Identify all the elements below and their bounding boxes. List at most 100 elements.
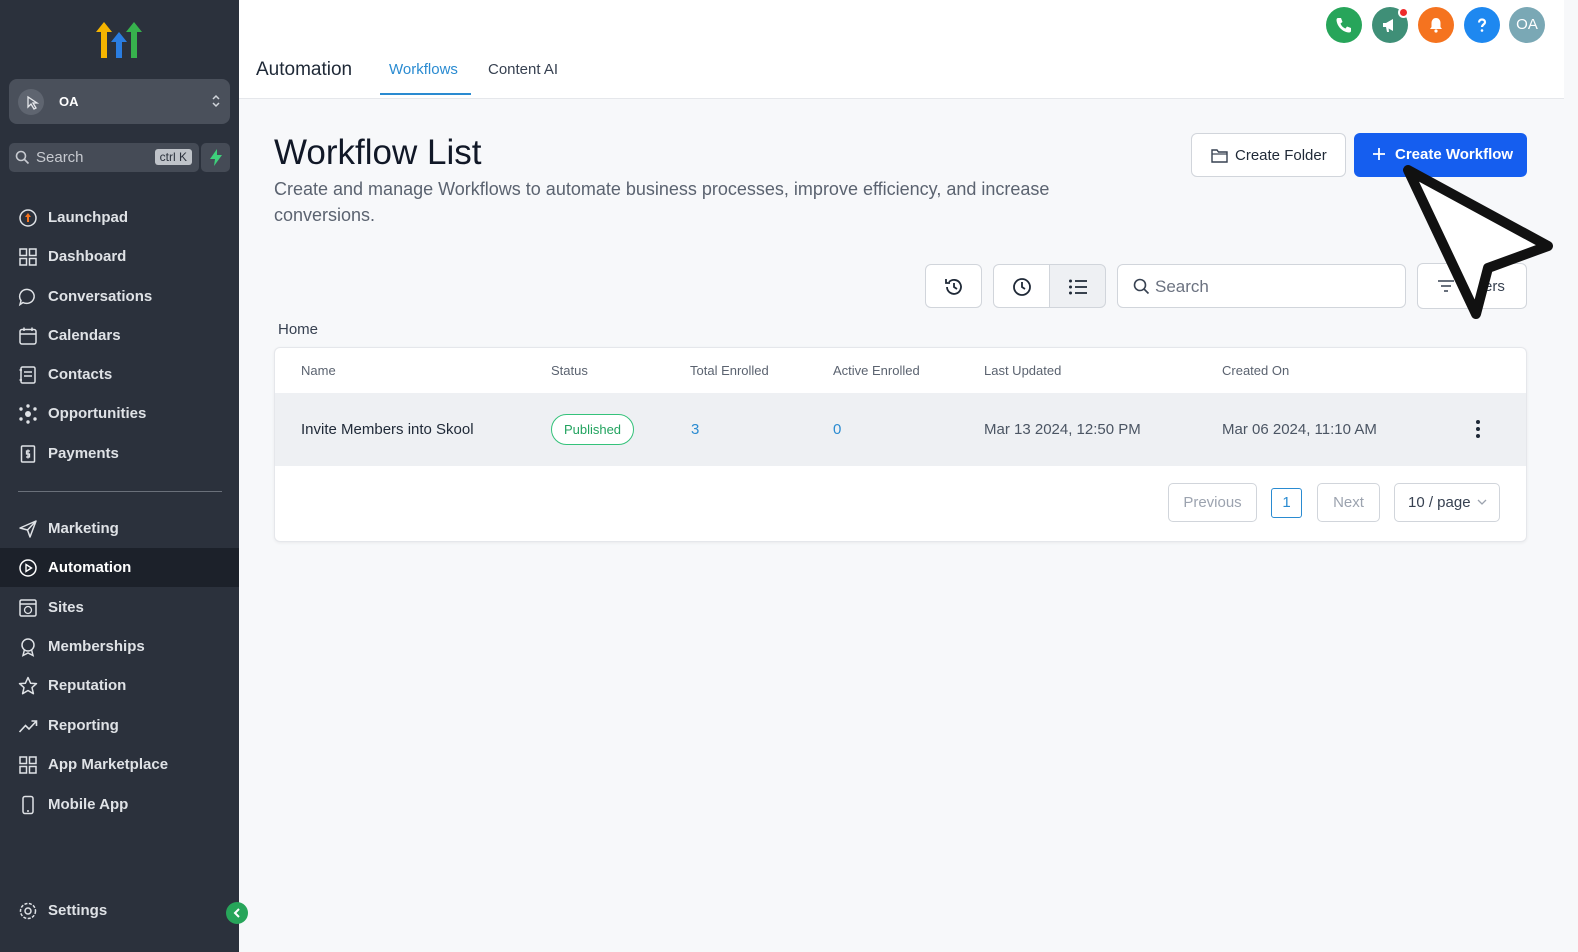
workflow-search-input[interactable]: Search: [1117, 264, 1406, 308]
app-logo[interactable]: [96, 18, 142, 62]
sidebar-divider: [18, 491, 222, 492]
sidebar-search-input[interactable]: Search ctrl K: [9, 143, 199, 172]
search-icon: [1133, 278, 1150, 295]
chevron-updown-icon: [211, 92, 221, 115]
recent-view-button[interactable]: [993, 264, 1050, 308]
sidebar-item-mobile-app[interactable]: Mobile App: [0, 785, 239, 824]
total-enrolled-link[interactable]: 3: [691, 421, 699, 438]
list-view-button[interactable]: [1049, 264, 1106, 308]
account-switcher[interactable]: OA: [9, 79, 230, 124]
tab-content-ai[interactable]: Content AI: [488, 61, 558, 78]
sidebar-search-placeholder: Search: [36, 149, 84, 166]
trend-icon: [18, 716, 38, 736]
sidebar-item-marketing[interactable]: Marketing: [0, 509, 239, 548]
last-updated-value: Mar 13 2024, 12:50 PM: [984, 421, 1141, 438]
search-shortcut-badge: ctrl K: [154, 149, 192, 165]
column-header-active-enrolled[interactable]: Active Enrolled: [833, 363, 920, 378]
page-size-value: 10 / page: [1408, 494, 1471, 511]
page-1-button[interactable]: 1: [1271, 488, 1302, 518]
history-view-button[interactable]: [925, 264, 982, 308]
sidebar-item-label: Payments: [48, 445, 119, 462]
active-enrolled-link[interactable]: 0: [833, 421, 841, 438]
sidebar-item-label: Contacts: [48, 366, 113, 383]
column-header-last-updated[interactable]: Last Updated: [984, 363, 1061, 378]
sidebar-item-reporting[interactable]: Reporting: [0, 706, 239, 745]
bell-icon: [1430, 18, 1442, 33]
created-on-value: Mar 06 2024, 11:10 AM: [1222, 421, 1377, 438]
sidebar-item-reputation[interactable]: Reputation: [0, 666, 239, 705]
sidebar-item-contacts[interactable]: Contacts: [0, 355, 239, 394]
status-badge: Published: [551, 414, 634, 445]
sidebar-item-app-marketplace[interactable]: App Marketplace: [0, 745, 239, 784]
sidebar-item-label: Settings: [48, 902, 108, 919]
sidebar-item-memberships[interactable]: Memberships: [0, 627, 239, 666]
workflow-search-placeholder: Search: [1155, 277, 1209, 296]
quick-action-button[interactable]: [201, 143, 230, 172]
sidebar-item-label: Automation: [48, 559, 132, 576]
sidebar-item-launchpad[interactable]: Launchpad: [0, 198, 239, 237]
sidebar-item-label: Calendars: [48, 327, 121, 344]
workflow-name[interactable]: Invite Members into Skool: [301, 421, 474, 438]
sidebar-item-dashboard[interactable]: Dashboard: [0, 237, 239, 276]
sidebar-item-opportunities[interactable]: Opportunities: [0, 394, 239, 433]
top-bar: Automation Workflows Content AI: [239, 0, 1564, 99]
folder-icon: [1211, 149, 1228, 163]
sidebar-item-label: Opportunities: [48, 405, 147, 422]
column-header-total-enrolled[interactable]: Total Enrolled: [690, 363, 769, 378]
phone-icon: [1336, 18, 1351, 33]
opportunities-icon: [18, 404, 38, 424]
sidebar-item-label: Mobile App: [48, 796, 129, 813]
sidebar-item-label: Reputation: [48, 677, 127, 694]
table-row[interactable]: Invite Members into Skool Published 3 0 …: [275, 393, 1526, 466]
star-icon: [18, 676, 38, 696]
help-button[interactable]: [1464, 7, 1500, 43]
workflow-table: Name Status Total Enrolled Active Enroll…: [274, 347, 1527, 542]
more-actions-icon[interactable]: [1474, 419, 1482, 444]
column-header-name[interactable]: Name: [301, 363, 336, 378]
sidebar-item-label: Reporting: [48, 717, 119, 734]
module-title: Automation: [256, 59, 353, 80]
sidebar-item-settings[interactable]: Settings: [0, 891, 239, 930]
chevron-down-icon: [1477, 499, 1487, 505]
tab-workflows[interactable]: Workflows: [389, 61, 458, 78]
question-icon: [1477, 18, 1487, 32]
create-folder-button[interactable]: Create Folder: [1191, 133, 1346, 177]
previous-page-button[interactable]: Previous: [1168, 483, 1257, 522]
sidebar-item-label: Launchpad: [48, 209, 129, 226]
breadcrumb[interactable]: Home: [278, 321, 318, 338]
plus-icon: [1373, 148, 1385, 160]
sidebar-item-payments[interactable]: Payments: [0, 434, 239, 473]
contacts-icon: [18, 365, 38, 385]
sidebar-item-conversations[interactable]: Conversations: [0, 277, 239, 316]
chevron-left-icon: [233, 908, 240, 918]
badge-icon: [18, 637, 38, 657]
notifications-button[interactable]: [1418, 7, 1454, 43]
sidebar-item-label: Marketing: [48, 520, 119, 537]
phone-button[interactable]: [1326, 7, 1362, 43]
send-icon: [18, 519, 38, 539]
next-page-button[interactable]: Next: [1317, 483, 1380, 522]
gear-icon: [18, 901, 38, 921]
sidebar-item-sites[interactable]: Sites: [0, 588, 239, 627]
dashboard-icon: [18, 247, 38, 267]
column-header-created-on[interactable]: Created On: [1222, 363, 1289, 378]
bolt-icon: [210, 149, 222, 166]
sidebar-item-label: Memberships: [48, 638, 145, 655]
user-avatar[interactable]: OA: [1509, 7, 1545, 43]
calendar-icon: [18, 326, 38, 346]
mobile-icon: [18, 795, 38, 815]
sidebar-item-automation[interactable]: Automation: [0, 548, 239, 587]
page-size-select[interactable]: 10 / page: [1394, 483, 1500, 522]
column-header-status[interactable]: Status: [551, 363, 588, 378]
sidebar-item-label: Sites: [48, 599, 84, 616]
clock-icon: [1013, 278, 1031, 296]
page-description: Create and manage Workflows to automate …: [274, 179, 1050, 225]
sidebar-item-calendars[interactable]: Calendars: [0, 316, 239, 355]
payments-icon: [18, 444, 38, 464]
account-name: OA: [59, 94, 79, 109]
collapse-sidebar-button[interactable]: [226, 902, 248, 924]
megaphone-icon: [1383, 19, 1393, 32]
sidebar-item-label: App Marketplace: [48, 756, 169, 773]
sidebar-item-label: Conversations: [48, 288, 153, 305]
account-avatar-icon: [18, 89, 44, 115]
